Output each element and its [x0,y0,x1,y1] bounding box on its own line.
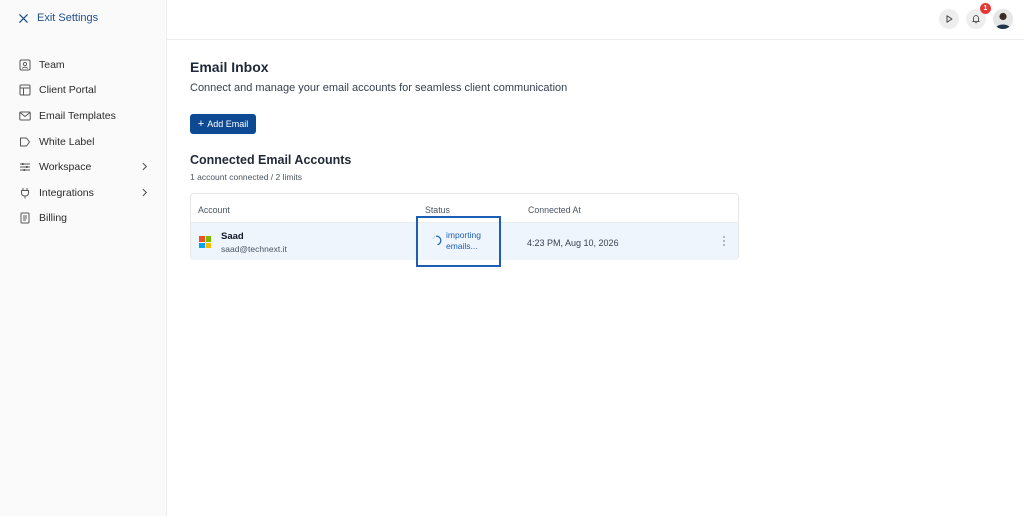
sidebar-item-label: Client Portal [39,84,97,97]
play-button[interactable] [939,9,959,29]
sidebar-item-white-label[interactable]: White Label [0,129,167,155]
settings-sidebar: Exit Settings Team Client Portal Email T… [0,0,167,516]
page-subtitle: Connect and manage your email accounts f… [190,82,568,94]
column-header-status: Status [425,205,450,215]
table-row[interactable]: Saad saad@technext.it importing emails..… [191,216,738,267]
connected-at: 4:23 PM, Aug 10, 2026 [527,238,619,248]
sidebar-item-team[interactable]: Team [0,52,167,78]
sidebar-item-label: White Label [39,135,95,148]
mail-icon [19,110,31,122]
sidebar-item-label: Email Templates [39,109,116,122]
spinner-icon [432,235,442,246]
account-email: saad@technext.it [221,244,287,254]
account-name: Saad [221,231,244,242]
sidebar-item-email-templates[interactable]: Email Templates [0,103,167,129]
person-square-icon [19,59,31,71]
column-header-connected-at: Connected At [528,205,581,215]
column-header-account: Account [198,205,230,215]
user-avatar[interactable] [993,9,1013,29]
row-actions-menu-icon[interactable] [720,234,728,248]
sidebar-item-label: Billing [39,212,68,225]
exit-settings-button[interactable]: Exit Settings [18,12,98,24]
status-text: importing emails... [446,230,481,251]
sidebar-item-client-portal[interactable]: Client Portal [0,78,167,104]
status-cell: importing emails... [416,216,501,267]
notifications-button[interactable]: 1 [966,3,991,29]
add-email-button[interactable]: + Add Email [190,114,256,134]
email-accounts-table: Account Status Connected At Saad saad@te… [190,193,739,267]
document-icon [19,212,31,224]
sliders-icon [19,161,31,173]
exit-settings-label: Exit Settings [37,12,99,24]
sidebar-item-label: Workspace [39,161,92,174]
sidebar-item-label: Team [39,58,65,71]
bell-icon [972,15,980,24]
play-icon [946,15,953,23]
page-title: Email Inbox [190,59,269,75]
chevron-right-icon [142,188,148,197]
top-bar: 1 [167,0,1024,40]
sidebar-item-billing[interactable]: Billing [0,206,167,232]
sidebar-item-integrations[interactable]: Integrations [0,180,167,206]
plug-icon [19,187,31,199]
microsoft-logo-icon [199,236,211,248]
add-email-label: Add Email [207,119,249,129]
chevron-right-icon [142,163,148,171]
section-subtitle: 1 account connected / 2 limits [190,172,302,182]
sidebar-item-label: Integrations [39,186,94,199]
notification-badge: 1 [980,3,991,14]
label-tag-icon [19,136,31,148]
section-title: Connected Email Accounts [190,153,352,167]
close-icon [19,13,28,23]
sidebar-item-workspace[interactable]: Workspace [0,154,167,180]
layout-icon [19,84,31,96]
settings-nav: Team Client Portal Email Templates White… [0,52,167,231]
avatar-icon [993,9,1013,29]
plus-icon: + [197,117,205,130]
